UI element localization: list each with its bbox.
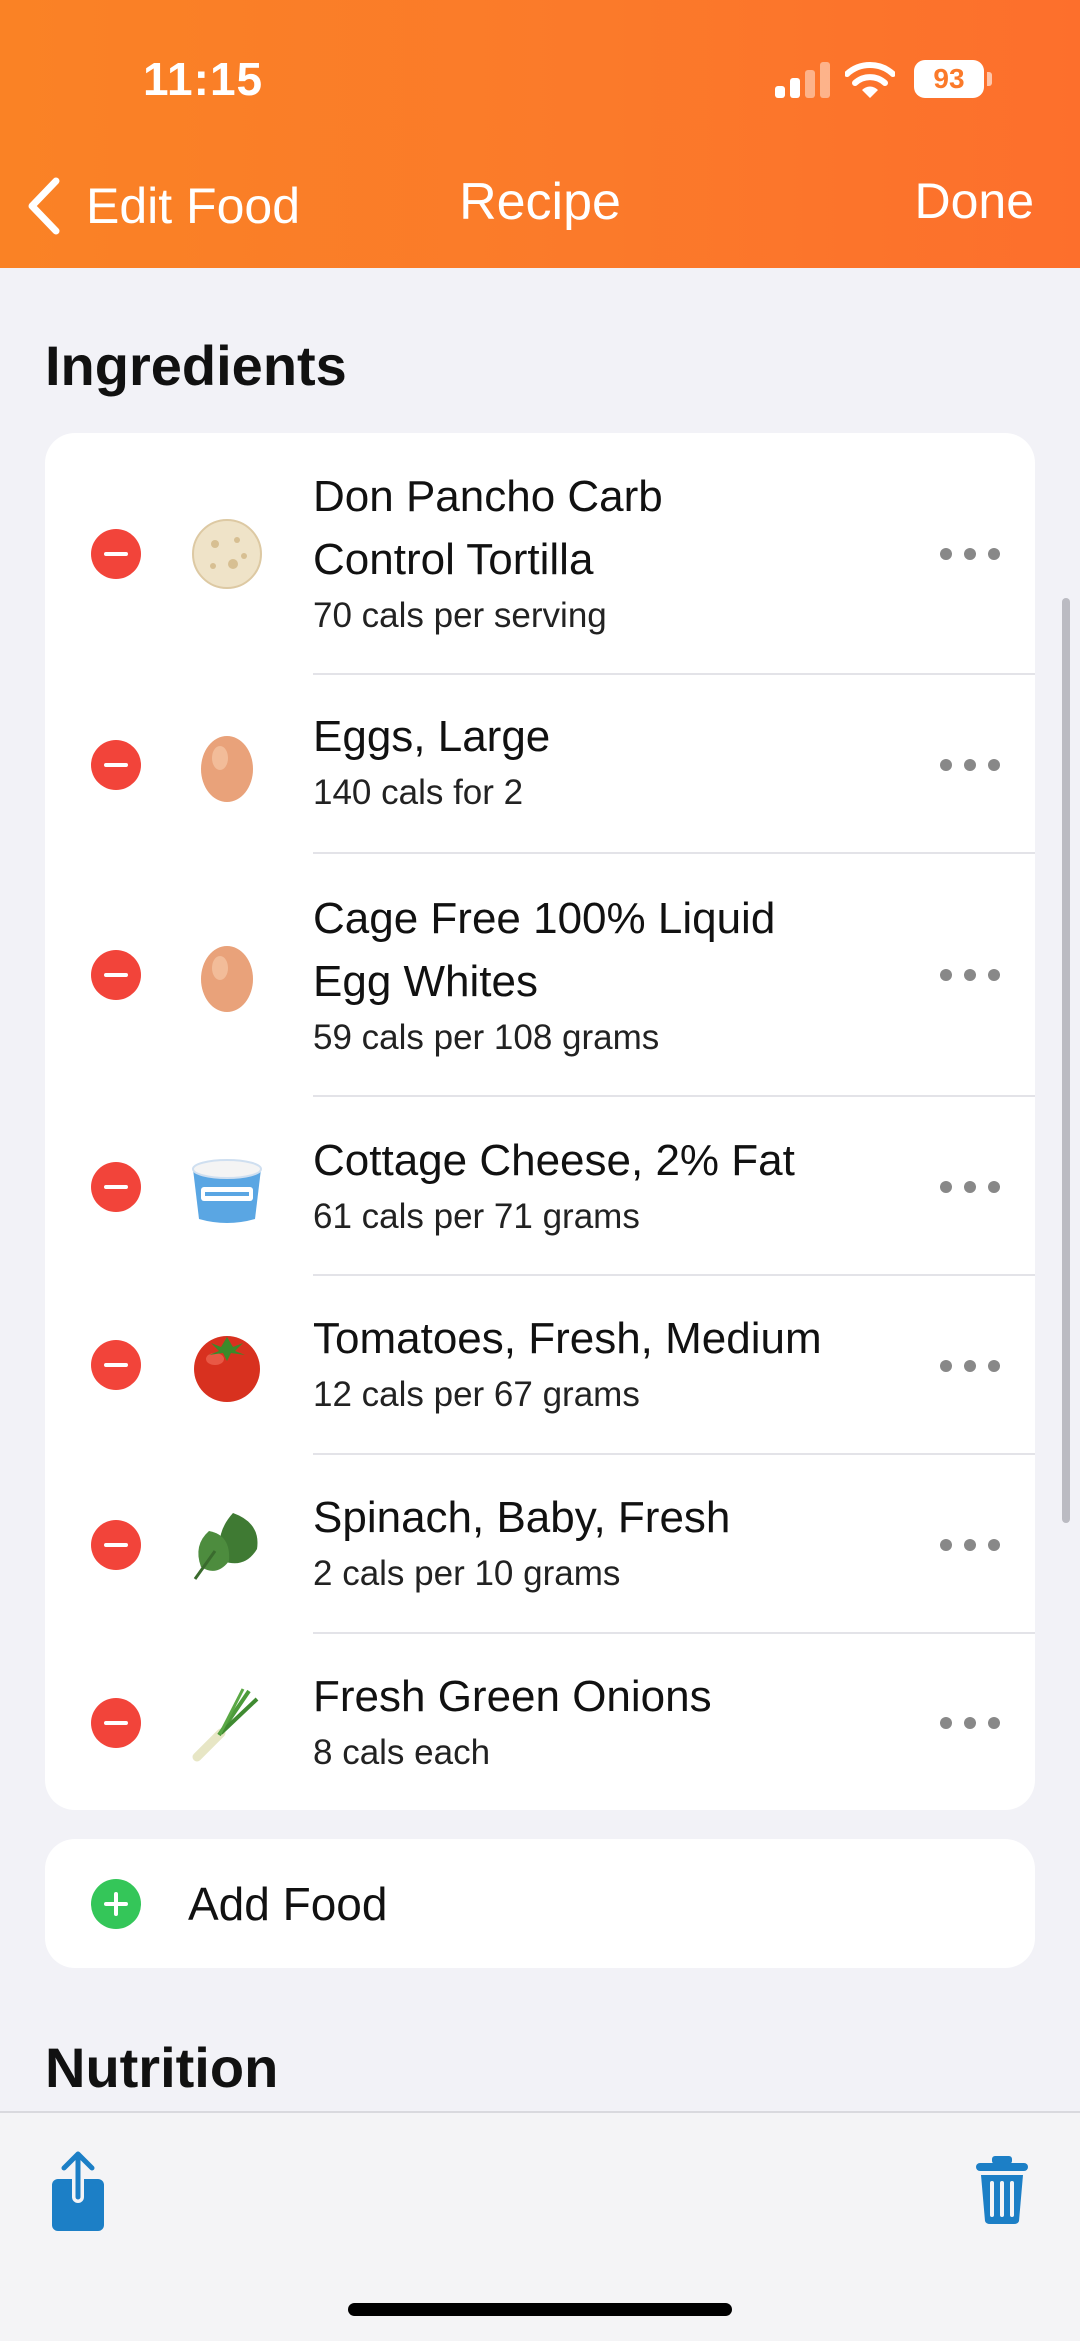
back-button[interactable]: Edit Food [24,168,300,244]
remove-ingredient-button[interactable] [91,740,141,790]
egg-icon [201,736,253,802]
ingredient-name: Fresh Green Onions [313,1672,712,1721]
section-title-nutrition: Nutrition [45,2036,279,2099]
ingredient-calories: 70 cals per serving [313,596,607,635]
ingredient-calories: 140 cals for 2 [313,773,524,812]
more-options-button[interactable] [940,755,1000,775]
ingredient-name: Egg Whites [313,957,538,1006]
ingredient-name: Control Tortilla [313,535,594,584]
ingredient-calories: 61 cals per 71 grams [313,1197,640,1236]
tomato-icon [194,1336,260,1402]
ingredient-name: Cottage Cheese, 2% Fat [313,1136,795,1185]
plus-icon [91,1879,141,1929]
share-icon[interactable] [50,2151,106,2233]
remove-ingredient-button[interactable] [91,1340,141,1390]
ingredients-list: Don Pancho Carb Control Tortilla 70 cals… [45,433,1035,1810]
remove-ingredient-button[interactable] [91,1698,141,1748]
remove-ingredient-button[interactable] [91,950,141,1000]
header-bar: 11:15 93 Edit Food Recipe Done [0,0,1080,268]
ingredient-name: Cage Free 100% Liquid [313,894,776,943]
ingredient-calories: 8 cals each [313,1733,491,1772]
chevron-left-icon [28,177,60,235]
green-onion-icon [192,1688,259,1762]
remove-ingredient-button[interactable] [91,529,141,579]
section-title-ingredients: Ingredients [45,334,347,397]
ingredient-row[interactable]: Don Pancho Carb Control Tortilla 70 cals… [45,433,1035,675]
battery-indicator: 93 [914,60,984,98]
cottage-cheese-icon [192,1159,262,1223]
page-title: Recipe [459,173,621,231]
back-label: Edit Food [86,178,301,234]
status-time: 11:15 [143,53,264,105]
spinach-icon [193,1513,258,1580]
tortilla-icon [192,519,262,589]
more-options-button[interactable] [940,1177,1000,1197]
ingredient-calories: 59 cals per 108 grams [313,1018,660,1057]
more-options-button[interactable] [940,1535,1000,1555]
ingredient-name: Eggs, Large [313,712,551,761]
wifi-icon [845,62,895,98]
more-options-button[interactable] [940,965,1000,985]
ingredient-row[interactable]: Cage Free 100% Liquid Egg Whites 59 cals… [45,854,1035,1097]
ingredient-name: Don Pancho Carb [313,472,663,521]
done-button[interactable]: Done [914,172,1034,230]
more-options-button[interactable] [940,544,1000,564]
remove-ingredient-button[interactable] [91,1520,141,1570]
more-options-button[interactable] [940,1713,1000,1733]
egg-icon [201,946,253,1012]
trash-icon[interactable] [974,2155,1030,2225]
ingredient-row[interactable]: Cottage Cheese, 2% Fat 61 cals per 71 gr… [45,1097,1035,1276]
add-food-button[interactable]: Add Food [45,1839,1035,1968]
battery-level: 93 [933,63,965,94]
add-food-label: Add Food [188,1878,388,1930]
remove-ingredient-button[interactable] [91,1162,141,1212]
ingredient-name: Spinach, Baby, Fresh [313,1493,731,1542]
ingredient-row[interactable]: Spinach, Baby, Fresh 2 cals per 10 grams [45,1455,1035,1634]
battery-nub [987,72,992,86]
home-indicator [348,2303,732,2316]
ingredient-calories: 2 cals per 10 grams [313,1554,621,1593]
more-options-button[interactable] [940,1356,1000,1376]
ingredient-row[interactable]: Fresh Green Onions 8 cals each [45,1634,1035,1810]
scroll-indicator[interactable] [1062,598,1070,1523]
ingredient-row[interactable]: Tomatoes, Fresh, Medium 12 cals per 67 g… [45,1276,1035,1455]
ingredient-row[interactable]: Eggs, Large 140 cals for 2 [45,675,1035,854]
ingredient-name: Tomatoes, Fresh, Medium [313,1314,822,1363]
cellular-signal-icon [775,62,831,98]
ingredient-calories: 12 cals per 67 grams [313,1375,640,1414]
